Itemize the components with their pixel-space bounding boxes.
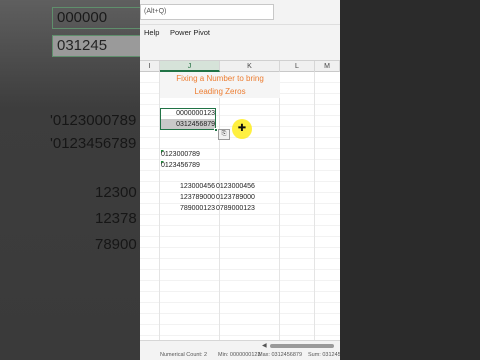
scroll-thumb[interactable] [270,344,334,348]
pasted-cell[interactable]: 0123000789 [161,149,200,160]
table-cell-j[interactable]: 123789000 [161,192,215,203]
background-value: '0123000789 [50,112,137,129]
paste-options-icon[interactable]: ⎘ [218,129,230,140]
status-count: Numerical Count: 2 [160,352,208,358]
selected-cell-bottom[interactable]: 0312456879 [161,119,215,130]
move-cursor-icon: ✚ [237,123,247,134]
background-value: '0123456789 [50,135,137,152]
ribbon-area [140,41,340,61]
pasted-cell[interactable]: 0123456789 [161,160,200,171]
left-background-panel: 000000 031245 '0123000789 '0123456789 12… [0,0,140,360]
status-min: Min: 0000000123 [218,352,261,358]
column-headers: I J K L M [140,61,340,72]
background-value: 031245 [57,37,108,54]
title-line-1: Fixing a Number to bring [176,74,264,83]
status-bar: Numerical Count: 2 Min: 0000000123 Max: … [140,350,340,360]
table-cell-j[interactable]: 123000456 [161,181,215,192]
scroll-left-icon[interactable]: ◀ [262,342,267,349]
background-value: 78900 [95,236,137,253]
menu-item-help[interactable]: Help [144,28,159,37]
column-header-j[interactable]: J [160,61,220,72]
menu-bar: Help Power Pivot [140,25,340,41]
column-header-m[interactable]: M [315,61,340,72]
column-header-k[interactable]: K [220,61,280,72]
horizontal-scrollbar[interactable]: ◀ [140,340,340,350]
selected-cell-top[interactable]: 0000000123 [161,108,215,119]
background-value: 12378 [95,210,137,227]
right-background-panel [340,0,480,360]
title-bar: (Alt+Q) [140,0,340,25]
title-cell[interactable]: Fixing a Number to bring Leading Zeros [160,72,280,98]
table-cell-j[interactable]: 789000123 [161,203,215,214]
background-value: 000000 [57,9,108,26]
menu-item-power-pivot[interactable]: Power Pivot [170,28,210,37]
status-max: Max: 0312456879 [258,352,303,358]
table-cell-k[interactable]: 0123000456 [216,181,255,192]
column-header-i[interactable]: I [140,61,160,72]
table-cell-k[interactable]: 0123789000 [216,192,255,203]
search-input[interactable]: (Alt+Q) [140,4,274,20]
background-value: 12300 [95,184,137,201]
column-header-l[interactable]: L [280,61,315,72]
title-line-2: Leading Zeros [194,87,246,96]
excel-window: (Alt+Q) Help Power Pivot I J K L M Fixin… [140,0,340,360]
table-cell-k[interactable]: 0789000123 [216,203,255,214]
status-sum: Sum: 0312456 [308,352,340,358]
